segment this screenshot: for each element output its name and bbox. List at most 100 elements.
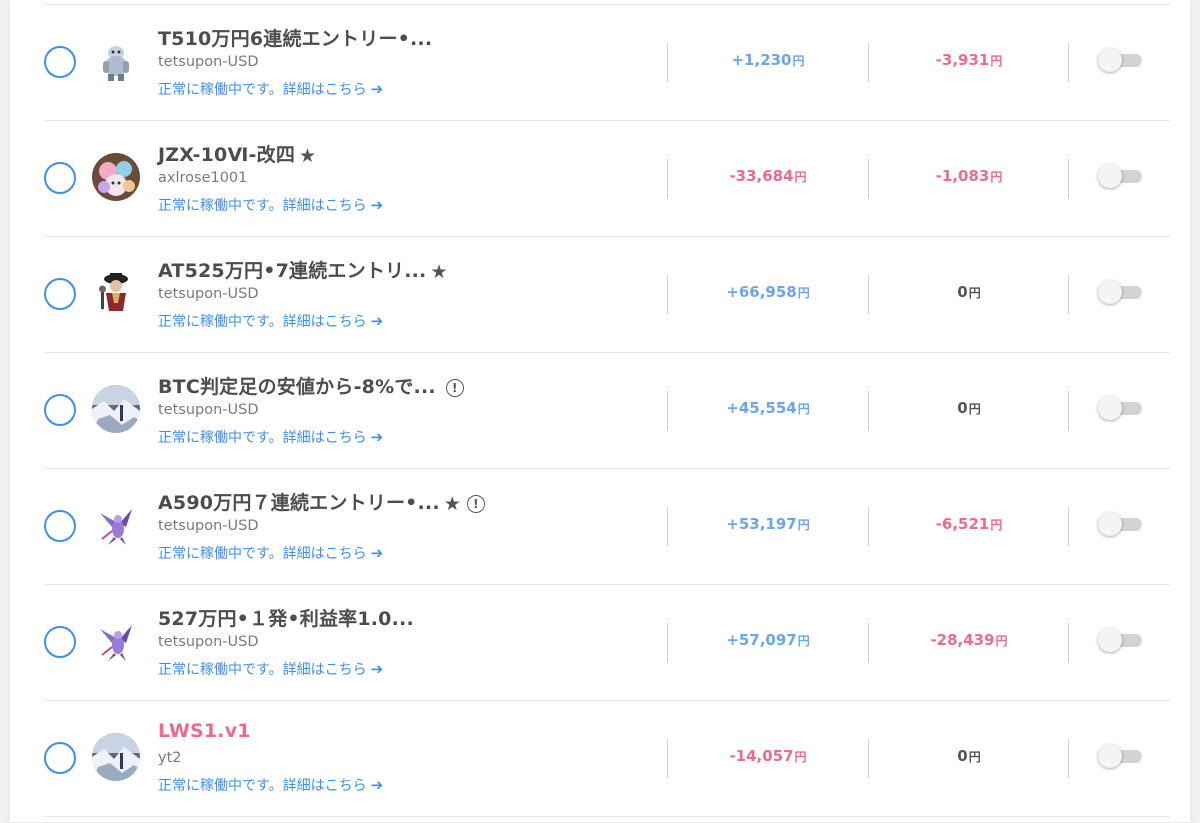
bot-avatar (92, 385, 140, 433)
unit-label: 円 (990, 170, 1003, 184)
toggle-knob (1098, 280, 1122, 304)
select-radio[interactable] (44, 626, 76, 658)
select-radio[interactable] (44, 278, 76, 310)
select-radio[interactable] (44, 162, 76, 194)
bot-title-text: AT525万円•7連続エントリ... (158, 260, 427, 282)
divider (667, 391, 668, 431)
profit-amount: -14,057 (729, 747, 794, 765)
bot-avatar (92, 269, 140, 317)
profit-amount: -6,521 (935, 515, 990, 533)
bot-toggle[interactable] (1098, 164, 1142, 188)
bot-toggle[interactable] (1098, 48, 1142, 72)
bot-list-panel: T510万円6連続エントリー•... tetsupon-USD 正常に稼働中です… (10, 0, 1190, 822)
status-details-link[interactable]: 正常に稼働中です。詳細はこちら ➔ (158, 311, 383, 331)
bot-toggle[interactable] (1098, 628, 1142, 652)
arrow-right-icon: ➔ (370, 428, 384, 446)
unit-label: 円 (990, 518, 1003, 532)
profit-value-1: -14,057円 (678, 747, 858, 765)
account-name: tetsupon-USD (158, 286, 259, 302)
status-details-link[interactable]: 正常に稼働中です。詳細はこちら ➔ (158, 427, 383, 447)
bot-row: A590万円７連続エントリー•... ★! tetsupon-USD 正常に稼働中… (44, 468, 1170, 585)
bot-title[interactable]: LWS1.v1 (158, 720, 251, 742)
bot-row: 527万円•１発•利益率1.0... tetsupon-USD 正常に稼働中です… (44, 584, 1170, 701)
star-icon: ★ (443, 492, 461, 515)
star-icon: ★ (299, 144, 317, 167)
status-text: 正常に稼働中です。詳細はこちら (158, 314, 367, 330)
unit-label: 円 (797, 634, 810, 648)
divider (868, 391, 869, 431)
bot-toggle[interactable] (1098, 512, 1142, 536)
bot-row: BTC判定足の安値から-8%で...! tetsupon-USD 正常に稼働中で… (44, 352, 1170, 469)
profit-value-1: -33,684円 (678, 167, 858, 185)
status-text: 正常に稼働中です。詳細はこちら (158, 778, 367, 794)
bot-row: T510万円6連続エントリー•... tetsupon-USD 正常に稼働中です… (44, 4, 1170, 121)
unit-label: 円 (968, 286, 981, 300)
unit-label: 円 (990, 54, 1003, 68)
divider (1068, 623, 1069, 663)
divider (1068, 159, 1069, 199)
toggle-knob (1098, 164, 1122, 188)
status-details-link[interactable]: 正常に稼働中です。詳細はこちら ➔ (158, 775, 383, 795)
bot-title-text: JZX-10Ⅵ-改四 (158, 144, 296, 166)
bot-toggle[interactable] (1098, 744, 1142, 768)
divider (667, 507, 668, 547)
bot-title[interactable]: JZX-10Ⅵ-改四 ★ (158, 140, 316, 167)
divider (868, 739, 869, 779)
profit-value-2: 0円 (879, 747, 1059, 765)
bot-toggle[interactable] (1098, 396, 1142, 420)
status-details-link[interactable]: 正常に稼働中です。詳細はこちら ➔ (158, 195, 383, 215)
divider (868, 275, 869, 315)
profit-value-1: +45,554円 (678, 399, 858, 417)
bot-avatar (92, 153, 140, 201)
profit-value-1: +57,097円 (678, 631, 858, 649)
divider (868, 43, 869, 83)
divider (1068, 739, 1069, 779)
unit-label: 円 (797, 518, 810, 532)
divider (868, 507, 869, 547)
bot-title[interactable]: T510万円6連続エントリー•... (158, 24, 436, 51)
arrow-right-icon: ➔ (370, 312, 384, 330)
status-details-link[interactable]: 正常に稼働中です。詳細はこちら ➔ (158, 79, 383, 99)
bot-title[interactable]: AT525万円•7連続エントリ... ★ (158, 256, 448, 283)
unit-label: 円 (794, 750, 807, 764)
status-details-link[interactable]: 正常に稼働中です。詳細はこちら ➔ (158, 543, 383, 563)
bot-title-text: A590万円７連続エントリー•... (158, 492, 440, 514)
profit-amount: +45,554 (726, 399, 797, 417)
select-radio[interactable] (44, 510, 76, 542)
profit-amount: +53,197 (726, 515, 797, 533)
unit-label: 円 (797, 286, 810, 300)
toggle-knob (1098, 744, 1122, 768)
profit-amount: +57,097 (726, 631, 797, 649)
divider (868, 159, 869, 199)
account-name: tetsupon-USD (158, 634, 259, 650)
select-radio[interactable] (44, 394, 76, 426)
bot-toggle[interactable] (1098, 280, 1142, 304)
bot-title[interactable]: 527万円•１発•利益率1.0... (158, 604, 414, 631)
arrow-right-icon: ➔ (370, 196, 384, 214)
account-name: tetsupon-USD (158, 54, 259, 70)
profit-value-2: 0円 (879, 283, 1059, 301)
unit-label: 円 (995, 634, 1008, 648)
bot-title[interactable]: BTC判定足の安値から-8%で...! (158, 372, 464, 399)
divider (667, 159, 668, 199)
account-name: yt2 (158, 750, 182, 766)
arrow-right-icon: ➔ (370, 660, 384, 678)
bot-title-text: T510万円6連続エントリー•... (158, 28, 433, 50)
divider (1068, 507, 1069, 547)
select-radio[interactable] (44, 46, 76, 78)
profit-amount: -33,684 (729, 167, 794, 185)
bot-title[interactable]: A590万円７連続エントリー•... ★! (158, 488, 485, 515)
status-text: 正常に稼働中です。詳細はこちら (158, 546, 367, 562)
status-details-link[interactable]: 正常に稼働中です。詳細はこちら ➔ (158, 659, 383, 679)
select-radio[interactable] (44, 742, 76, 774)
account-name: tetsupon-USD (158, 402, 259, 418)
bot-row: LWS1.v1 yt2 正常に稼働中です。詳細はこちら ➔ -14,057円 0円 (44, 700, 1170, 817)
account-name: tetsupon-USD (158, 518, 259, 534)
bot-row: AT525万円•7連続エントリ... ★ tetsupon-USD 正常に稼働中で… (44, 236, 1170, 353)
divider (1068, 275, 1069, 315)
arrow-right-icon: ➔ (370, 80, 384, 98)
unit-label: 円 (968, 402, 981, 416)
profit-amount: -3,931 (935, 51, 990, 69)
bot-avatar (92, 501, 140, 549)
unit-label: 円 (792, 54, 805, 68)
